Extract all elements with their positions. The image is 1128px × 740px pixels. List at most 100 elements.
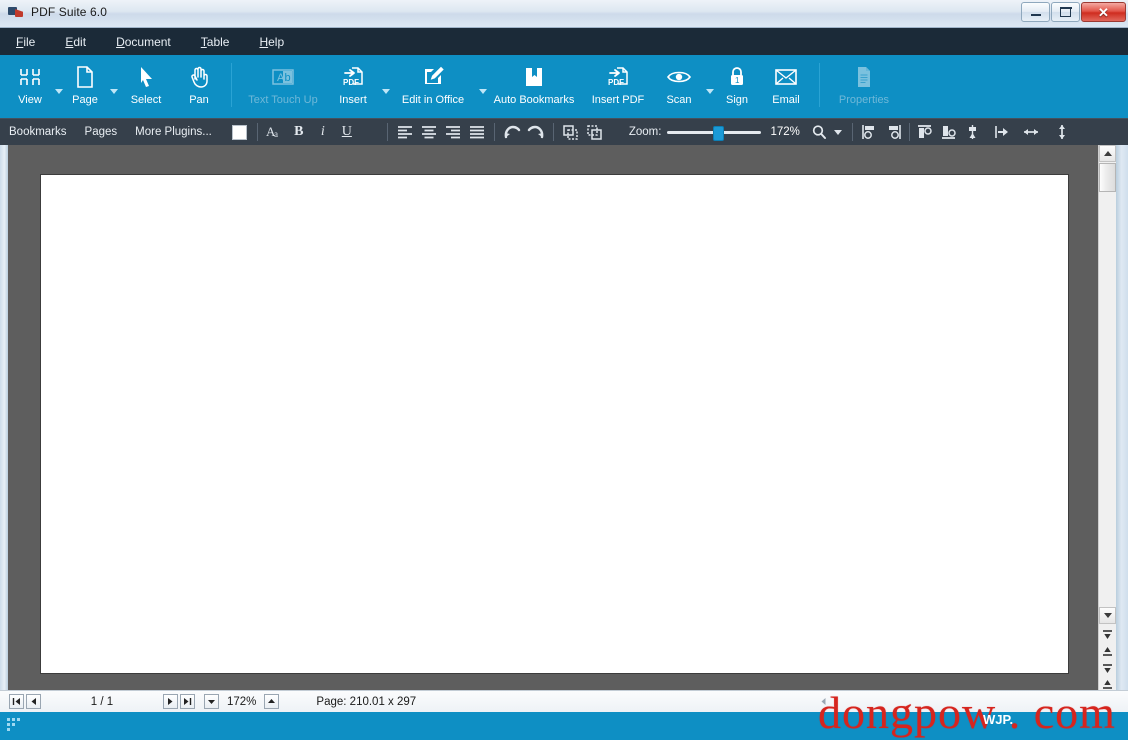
- align-objects-right-button[interactable]: [883, 122, 905, 143]
- select-arrow-icon: [137, 61, 155, 93]
- window-title: PDF Suite 6.0: [31, 5, 108, 19]
- align-objects-top-icon: [918, 125, 933, 138]
- zoom-slider[interactable]: [667, 125, 762, 141]
- align-left-icon: [397, 126, 412, 139]
- distribute-vertical-icon: [1058, 125, 1065, 139]
- toolbar-button-view[interactable]: View: [8, 55, 52, 115]
- main-toolbar: View Page Select Pan A b Text Touch Up P…: [0, 55, 1128, 118]
- maximize-button[interactable]: [1051, 2, 1080, 22]
- undo-button[interactable]: [501, 122, 523, 143]
- zoom-slider-thumb[interactable]: [713, 126, 725, 141]
- page-indicator: 1 / 1: [90, 695, 114, 708]
- previous-page-button[interactable]: [1099, 643, 1116, 659]
- insert-chevron-down-icon[interactable]: [382, 88, 390, 94]
- menu-item-edit[interactable]: Edit: [63, 33, 88, 51]
- italic-button[interactable]: i: [312, 122, 334, 143]
- send-to-back-button[interactable]: [584, 122, 606, 143]
- toolbar-label-properties: Properties: [838, 94, 890, 106]
- menu-item-help[interactable]: Help: [257, 33, 286, 51]
- toolbar-button-page[interactable]: Page: [63, 55, 107, 115]
- horizontal-scroll-left-button[interactable]: [819, 697, 828, 706]
- color-swatch-button[interactable]: [229, 122, 251, 143]
- font-size-button[interactable]: A a: [264, 122, 286, 143]
- toolbar-label-select: Select: [130, 94, 162, 106]
- underline-button[interactable]: U: [336, 122, 358, 143]
- insert-pdf-arrow-icon: PDF: [340, 61, 366, 93]
- zoom-label: Zoom:: [628, 126, 662, 138]
- edit-office-chevron-down-icon[interactable]: [479, 88, 487, 94]
- plugin-button-more-plugins[interactable]: More Plugins...: [126, 126, 221, 138]
- align-right-button[interactable]: [442, 122, 464, 143]
- menu-item-document[interactable]: Document: [114, 33, 173, 51]
- align-objects-top-button[interactable]: [914, 122, 936, 143]
- vertical-scrollbar-thumb[interactable]: [1099, 163, 1116, 192]
- toolbar-button-select[interactable]: Select: [118, 55, 174, 115]
- toolbar-button-edit-in-office[interactable]: Edit in Office: [390, 55, 476, 115]
- minimize-button[interactable]: [1021, 2, 1050, 22]
- toolbar-button-insert-pdf[interactable]: PDF Insert PDF: [581, 55, 655, 115]
- page-chevron-down-icon[interactable]: [110, 88, 118, 94]
- bottom-bar: [0, 712, 1128, 740]
- align-justify-button[interactable]: [466, 122, 488, 143]
- status-next-page-button[interactable]: [163, 694, 178, 709]
- scroll-up-button[interactable]: [1099, 145, 1116, 162]
- align-center-icon: [421, 126, 436, 139]
- next-page-button[interactable]: [1099, 660, 1116, 676]
- align-center-button[interactable]: [418, 122, 440, 143]
- toolbar-button-sign[interactable]: 1 Sign: [714, 55, 760, 115]
- magnifier-button[interactable]: [808, 122, 830, 143]
- distribute-vertical-button[interactable]: [1051, 122, 1073, 143]
- zoom-increase-button[interactable]: [264, 694, 280, 709]
- center-horizontal-button[interactable]: [991, 122, 1013, 143]
- toolbar-button-scan[interactable]: Scan: [655, 55, 703, 115]
- text-touchup-icon: A b: [270, 61, 296, 93]
- status-last-page-button[interactable]: [180, 694, 195, 709]
- align-left-button[interactable]: [394, 122, 416, 143]
- subtoolbar-separator-5: [851, 123, 853, 141]
- sign-lock-icon: 1: [727, 61, 747, 93]
- center-vertical-button[interactable]: [962, 122, 984, 143]
- first-page-button[interactable]: [1099, 626, 1116, 642]
- status-first-page-button[interactable]: [9, 694, 24, 709]
- email-envelope-icon: [774, 61, 798, 93]
- close-button[interactable]: ✕: [1081, 2, 1126, 22]
- vertical-scrollbar[interactable]: [1098, 145, 1116, 692]
- scan-chevron-down-icon[interactable]: [706, 88, 714, 94]
- align-objects-bottom-button[interactable]: [938, 122, 960, 143]
- view-chevron-down-icon[interactable]: [55, 88, 63, 94]
- toolbar-button-email[interactable]: Email: [760, 55, 812, 115]
- align-objects-left-button[interactable]: [859, 122, 881, 143]
- magnifier-chevron-down-icon[interactable]: [833, 129, 842, 135]
- font-size-icon: A a: [266, 124, 278, 139]
- underline-icon: U: [341, 124, 352, 139]
- toolbar-button-auto-bookmarks[interactable]: Auto Bookmarks: [487, 55, 581, 115]
- ribbon-group-page: Page: [63, 55, 118, 115]
- plugin-button-pages[interactable]: Pages: [76, 126, 127, 138]
- menu-item-table[interactable]: Table: [199, 33, 232, 51]
- toolbar-button-insert[interactable]: PDF Insert: [327, 55, 379, 115]
- plugin-button-bookmarks[interactable]: Bookmarks: [0, 126, 76, 138]
- scroll-left-icon: [821, 698, 826, 705]
- distribute-horizontal-button[interactable]: [1020, 122, 1042, 143]
- toolbar-label-text-touch-up: Text Touch Up: [248, 94, 318, 106]
- ribbon-group-view: View: [8, 55, 63, 115]
- document-workspace: [0, 145, 1128, 692]
- undo-icon: [504, 125, 521, 139]
- color-swatch-icon: [232, 124, 248, 140]
- toolbar-button-text-touch-up[interactable]: A b Text Touch Up: [239, 55, 327, 115]
- svg-text:a: a: [274, 129, 278, 139]
- zoom-decrease-button[interactable]: [204, 694, 219, 709]
- bold-button[interactable]: B: [288, 122, 310, 143]
- toolbar-separator: [231, 63, 232, 107]
- status-zoom-value: 172%: [227, 695, 257, 708]
- toolbar-button-properties[interactable]: Properties: [827, 55, 901, 115]
- toolbar-button-pan[interactable]: Pan: [174, 55, 224, 115]
- redo-button[interactable]: [525, 122, 547, 143]
- scroll-down-button[interactable]: [1099, 607, 1116, 624]
- center-vertical-icon: [969, 125, 977, 139]
- bring-to-front-button[interactable]: [560, 122, 582, 143]
- status-previous-page-button[interactable]: [26, 694, 41, 709]
- menu-item-file[interactable]: FFileile: [14, 33, 37, 51]
- document-page[interactable]: [41, 175, 1068, 673]
- toolbar-label-scan: Scan: [666, 94, 692, 106]
